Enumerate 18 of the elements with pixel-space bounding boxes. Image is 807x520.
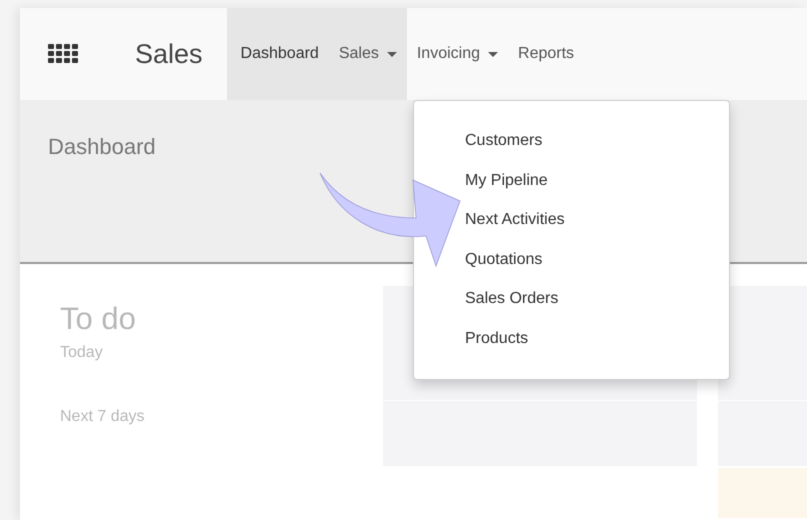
row-label: Today [60, 343, 103, 364]
page-title: Dashboard [48, 133, 156, 161]
menu-item[interactable]: Sales [328, 8, 407, 100]
menu-item[interactable]: Reports [508, 8, 584, 100]
caret-icon [488, 52, 498, 56]
app-grid-icon[interactable] [48, 44, 80, 64]
dropdown-item[interactable]: Customers [461, 128, 546, 153]
row-label: Next 7 days [60, 407, 144, 428]
dropdown-item[interactable]: Quotations [461, 246, 546, 272]
menu-item[interactable]: Invoicing [406, 8, 508, 100]
dropdown-item[interactable]: My Pipeline [461, 168, 552, 192]
menu-item[interactable]: Dashboard [226, 8, 329, 100]
dropdown-item[interactable]: Products [461, 326, 532, 350]
app-title: Sales [135, 38, 203, 71]
dropdown-item[interactable]: Sales Orders [461, 286, 562, 311]
dropdown-item[interactable]: Next Activities [461, 207, 569, 232]
caret-icon [386, 52, 397, 56]
section-title: To do [60, 300, 136, 338]
